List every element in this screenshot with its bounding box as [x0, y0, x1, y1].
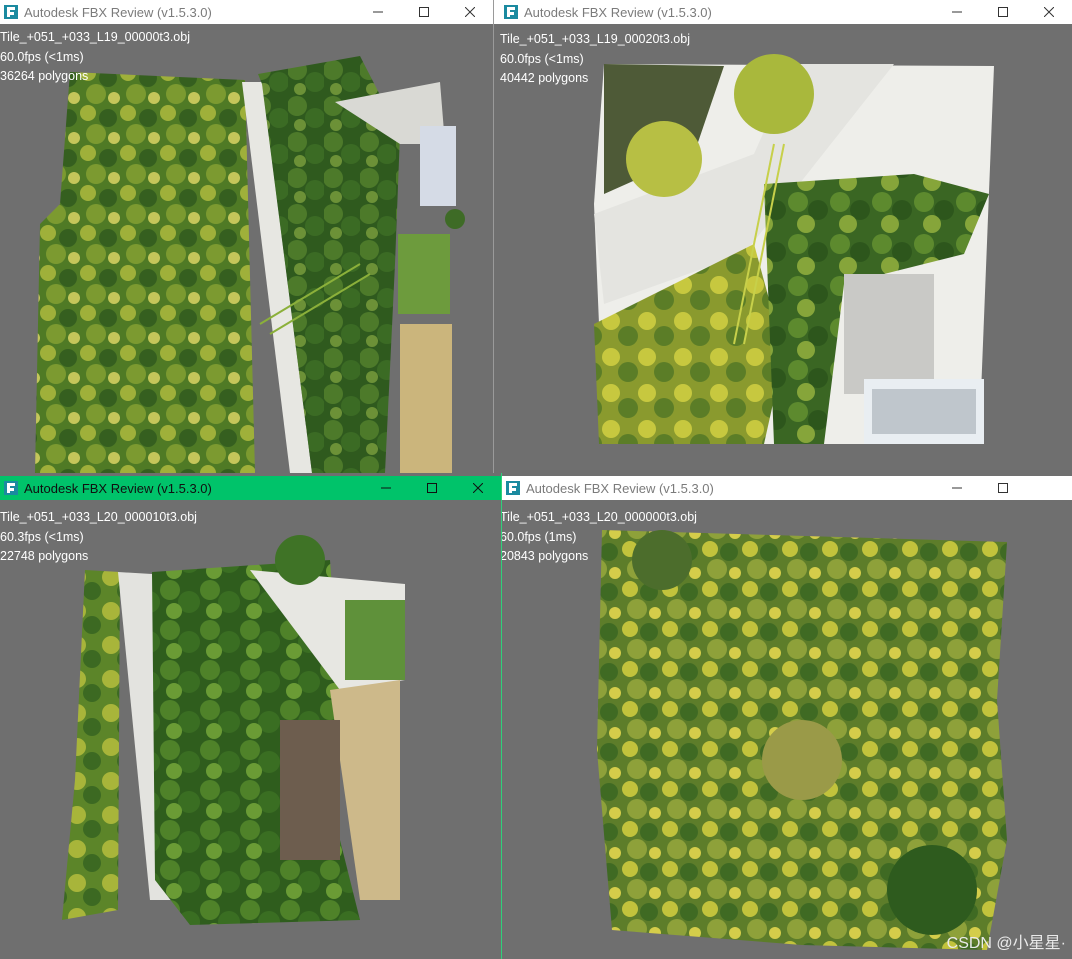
minimize-button[interactable]	[363, 476, 409, 500]
title-bar[interactable]: Autodesk FBX Review (v1.5.3.0)	[494, 0, 1072, 24]
fbx-app-icon	[4, 5, 18, 19]
maximize-button[interactable]	[409, 476, 455, 500]
file-name: Tile_+051_+033_L19_00020t3.obj	[500, 32, 690, 46]
file-name: Tile_+051_+033_L20_000010t3.obj	[0, 510, 197, 524]
polygon-count: 36264 polygons	[0, 69, 89, 83]
minimize-icon	[373, 7, 383, 17]
window-title: Autodesk FBX Review (v1.5.3.0)	[24, 480, 212, 496]
fbx-app-icon	[504, 5, 518, 19]
maximize-icon	[419, 7, 429, 17]
file-name: Tile_+051_+033_L19_00000t3.obj	[0, 30, 190, 44]
fps-readout: 60.0fps (<1ms)	[500, 51, 584, 66]
minimize-icon	[381, 483, 391, 493]
viewport-overlay: Tile_+051_+033_L20_000000t3.obj 60.0fps …	[502, 508, 697, 567]
maximize-icon	[427, 483, 437, 493]
maximize-button[interactable]	[980, 0, 1026, 24]
viewport-overlay: Tile_+051_+033_L19_00020t3.obj 60.0fps (…	[500, 30, 690, 89]
close-area[interactable]	[1026, 476, 1072, 500]
title-bar[interactable]: Autodesk FBX Review (v1.5.3.0)	[0, 0, 493, 24]
maximize-icon	[998, 7, 1008, 17]
fbx-review-window-3[interactable]: Autodesk FBX Review (v1.5.3.0) Tile_+051…	[0, 476, 501, 959]
maximize-button[interactable]	[980, 476, 1026, 500]
title-bar[interactable]: Autodesk FBX Review (v1.5.3.0)	[0, 476, 501, 500]
polygon-count: 20843 polygons	[502, 549, 589, 563]
window-title: Autodesk FBX Review (v1.5.3.0)	[524, 4, 712, 20]
fbx-app-icon	[4, 481, 18, 495]
viewport-overlay: Tile_+051_+033_L19_00000t3.obj 60.0fps (…	[0, 28, 190, 87]
3d-viewport[interactable]	[494, 24, 1072, 473]
mesh-render	[594, 54, 994, 444]
fps-readout: 60.0fps (<1ms)	[0, 49, 84, 64]
minimize-icon	[952, 483, 962, 493]
close-icon	[465, 7, 475, 17]
mesh-render	[597, 530, 1007, 950]
close-icon	[1044, 7, 1054, 17]
fbx-review-window-2[interactable]: Autodesk FBX Review (v1.5.3.0) Tile_+051…	[494, 0, 1072, 473]
polygon-count: 22748 polygons	[0, 549, 89, 563]
minimize-button[interactable]	[934, 476, 980, 500]
3d-viewport[interactable]	[502, 500, 1072, 959]
close-button[interactable]	[447, 0, 493, 24]
fbx-review-window-4[interactable]: Autodesk FBX Review (v1.5.3.0) Tile_+051…	[502, 476, 1072, 959]
fbx-review-window-1[interactable]: Autodesk FBX Review (v1.5.3.0) Tile_+051…	[0, 0, 493, 473]
title-bar[interactable]: Autodesk FBX Review (v1.5.3.0)	[502, 476, 1072, 500]
close-icon	[473, 483, 483, 493]
3d-viewport[interactable]	[0, 24, 493, 473]
fps-readout: 60.0fps (1ms)	[502, 529, 577, 544]
file-name: Tile_+051_+033_L20_000000t3.obj	[502, 510, 697, 524]
minimize-button[interactable]	[934, 0, 980, 24]
fbx-app-icon	[506, 481, 520, 495]
3d-viewport[interactable]	[0, 500, 501, 959]
fps-readout: 60.3fps (<1ms)	[0, 529, 84, 544]
close-button[interactable]	[1026, 0, 1072, 24]
mesh-render	[35, 56, 465, 473]
maximize-button[interactable]	[401, 0, 447, 24]
csdn-watermark: CSDN @小星星·	[946, 935, 1066, 952]
viewport-overlay: Tile_+051_+033_L20_000010t3.obj 60.3fps …	[0, 508, 197, 567]
polygon-count: 40442 polygons	[500, 71, 589, 85]
window-title: Autodesk FBX Review (v1.5.3.0)	[24, 4, 212, 20]
mesh-render	[62, 535, 405, 925]
window-title: Autodesk FBX Review (v1.5.3.0)	[526, 480, 714, 496]
maximize-icon	[998, 483, 1008, 493]
close-button[interactable]	[455, 476, 501, 500]
minimize-icon	[952, 7, 962, 17]
minimize-button[interactable]	[355, 0, 401, 24]
